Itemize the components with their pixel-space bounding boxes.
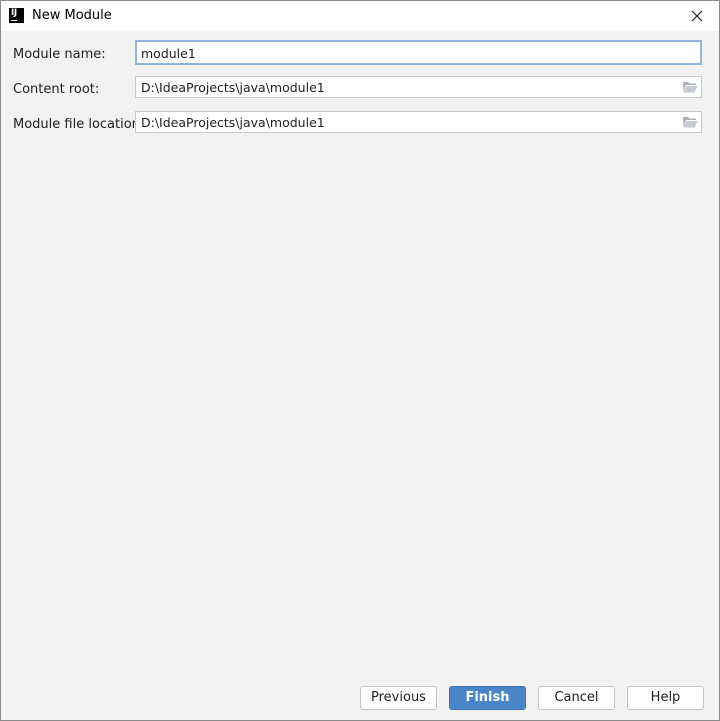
module-file-location-field-frame (135, 111, 702, 133)
dialog-buttons: Previous Finish Cancel Help (1, 686, 719, 710)
previous-button[interactable]: Previous (360, 686, 437, 710)
new-module-dialog: IJ New Module Module name: Content root:… (0, 0, 720, 721)
close-button[interactable] (677, 1, 717, 31)
content-root-input[interactable] (141, 78, 671, 96)
content-root-field-frame (135, 76, 702, 98)
help-button[interactable]: Help (627, 686, 704, 710)
dialog-title: New Module (32, 8, 112, 23)
close-icon (691, 10, 703, 22)
title-bar: IJ New Module (1, 1, 719, 31)
cancel-button[interactable]: Cancel (538, 686, 615, 710)
module-name-input[interactable] (141, 44, 671, 62)
module-name-label: Module name: (13, 47, 106, 62)
intellij-idea-icon: IJ (9, 8, 24, 23)
folder-icon[interactable] (682, 80, 698, 94)
content-root-label: Content root: (13, 82, 100, 97)
folder-icon[interactable] (682, 115, 698, 129)
module-file-location-label: Module file location: (13, 117, 145, 132)
finish-button[interactable]: Finish (449, 686, 526, 710)
module-file-location-input[interactable] (141, 113, 671, 131)
module-name-field-frame (135, 40, 702, 65)
